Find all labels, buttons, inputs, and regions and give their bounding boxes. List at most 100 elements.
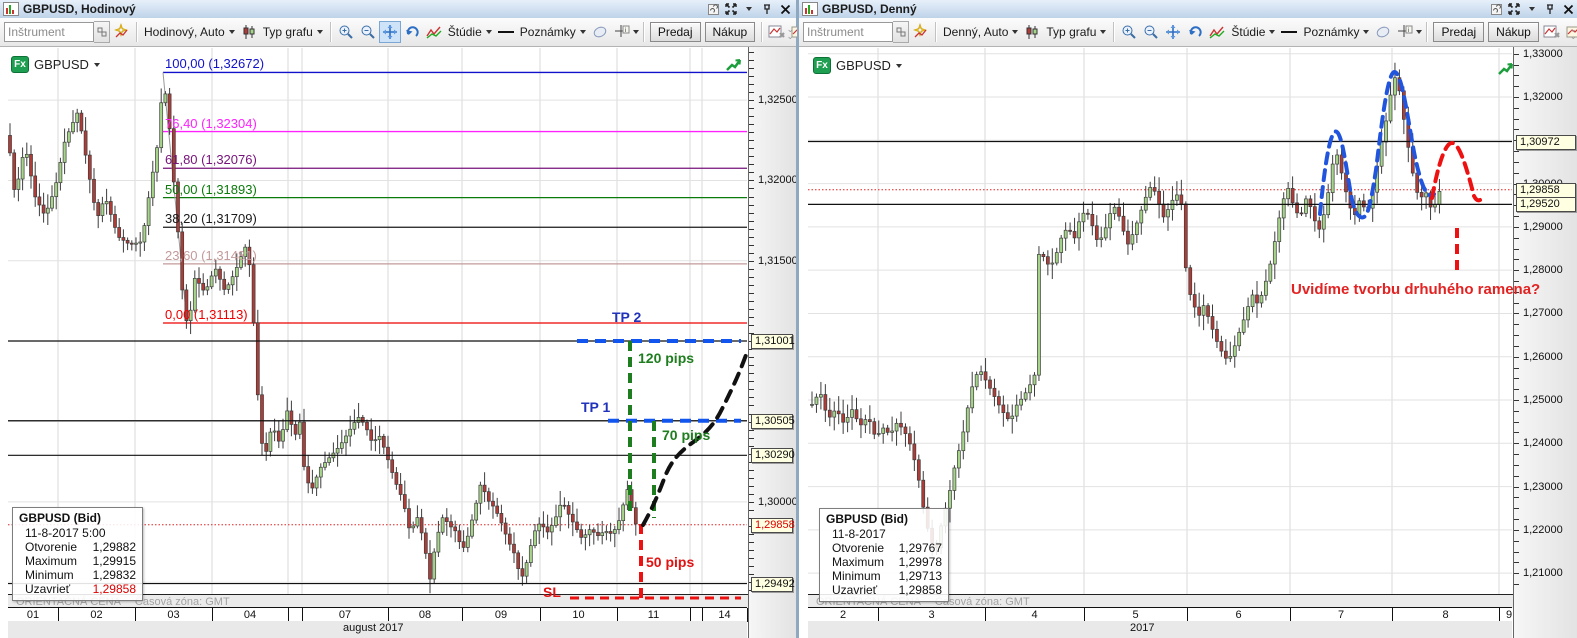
link-icon[interactable] [1488,2,1504,16]
axis-tick [749,397,754,399]
zoom-in-icon[interactable] [335,21,357,43]
axis-tick [1514,161,1519,163]
studies-dropdown[interactable]: Štúdie [445,23,495,41]
date-cell: 01 [8,608,59,622]
timezone-label: Časová zóna: GMT [134,595,230,608]
y-axis-label: 1,21000 [1523,567,1563,580]
axis-tick [749,172,754,174]
axis-tick [749,132,754,134]
info-row-low: Minimum 1,29832 [25,568,136,582]
zoom-out-icon[interactable] [1140,21,1162,43]
zoom-in-icon[interactable] [1118,21,1140,43]
svg-text:i: i [625,28,626,34]
trading-app-window: GBPUSD, Hodinový Inštrument Hodinový, Au… [0,0,1577,638]
toolbar-overflow-icon[interactable]: ⌄ ⌄ [1569,25,1577,41]
notes-dropdown[interactable]: Poznámky [1300,23,1372,41]
axis-tick [749,558,754,560]
y-axis[interactable]: 1,32500 1,32000 1,31500 1,30000 1,31001 1,305… [748,47,796,638]
date-cell: 04 [212,608,289,622]
maximize-icon[interactable] [723,2,739,16]
axis-tick [749,164,754,166]
axis-tick [749,405,754,407]
axis-tick [1514,540,1519,542]
fib-level-label: 100,00 (1,32672) [165,56,265,72]
axis-tick [749,365,754,367]
pan-tool-icon[interactable] [1162,21,1184,43]
date-cell [288,608,303,622]
axis-tick [749,325,754,327]
buy-button[interactable]: Nákup [704,22,756,42]
dropdown-icon[interactable] [1524,2,1540,16]
axis-tick [749,180,754,182]
window-titlebar[interactable]: GBPUSD, Hodinový [0,0,796,19]
studies-dropdown[interactable]: Štúdie [1228,23,1278,41]
axis-tick [749,485,754,487]
date-cell: 09 [462,608,541,622]
y-axis-label: 1,26000 [1523,350,1563,363]
axis-tick [1514,270,1519,272]
sell-button[interactable]: Predaj [1433,22,1485,42]
axis-tick [1514,367,1519,369]
toolbar-overflow-icon[interactable]: ⌄ ⌄ [786,25,794,41]
axis-tick [1514,172,1519,174]
axis-tick [1514,107,1519,109]
chart-settings-icon[interactable] [1541,21,1563,43]
symbol-selector[interactable]: Fx GBPUSD [11,56,100,73]
favorites-icon[interactable] [909,21,931,43]
date-cell: 02 [58,608,136,622]
y-axis-label: 1,31500 [758,254,796,267]
axis-tick [749,566,754,568]
pin-icon[interactable] [1542,2,1558,16]
price-chart-daily[interactable]: Fx GBPUSD GBPUSD (Bid) 11-8-2017 Otvoren… [799,47,1577,638]
maximize-icon[interactable] [1506,2,1522,16]
favorites-icon[interactable] [110,21,132,43]
price-chart-hourly[interactable]: Fx GBPUSD GBPUSD (Bid) 11-8-2017 5:00 Ot… [0,47,796,638]
axis-tick [1514,151,1519,153]
sell-button[interactable]: Predaj [649,22,701,42]
window-titlebar[interactable]: GBPUSD, Denný [799,0,1577,19]
link-icon[interactable] [705,2,721,16]
buy-button[interactable]: Nákup [1488,22,1539,42]
period-dropdown[interactable]: Denný, Auto [940,23,1021,41]
axis-tick [749,389,754,391]
axis-tick [1514,497,1519,499]
chart-settings-icon[interactable] [766,21,788,43]
crosshair-dropdown-icon[interactable] [1416,30,1423,34]
axis-tick [1514,378,1519,380]
y-axis-label: 1,22000 [1523,523,1563,536]
instrument-input[interactable]: Inštrument [4,22,94,42]
axis-tick [1514,475,1519,477]
instrument-list-icon[interactable] [893,21,909,43]
chart-type-dropdown[interactable]: Typ grafu [1043,23,1109,41]
symbol-selector[interactable]: Fx GBPUSD [813,57,902,74]
crosshair-info-icon[interactable]: i [611,21,633,43]
info-box-title: GBPUSD (Bid) [826,512,908,526]
undo-icon[interactable] [1184,21,1206,43]
crosshair-info-icon[interactable]: i [1394,21,1416,43]
notes-dropdown[interactable]: Poznámky [517,23,589,41]
eraser-icon[interactable] [589,21,611,43]
dropdown-icon[interactable] [741,2,757,16]
period-dropdown[interactable]: Hodinový, Auto [141,23,238,41]
crosshair-dropdown-icon[interactable] [632,30,639,34]
instrument-input[interactable]: Inštrument [803,22,893,42]
axis-tick [749,437,754,439]
chart-type-dropdown[interactable]: Typ grafu [260,23,326,41]
info-row-high: Maximum 1,29978 [832,555,942,569]
eraser-icon[interactable] [1372,21,1394,43]
close-icon[interactable] [777,2,793,16]
annotation-text: 50 pips [646,554,695,570]
zoom-out-icon[interactable] [357,21,379,43]
price-tag: 1,29520 [1516,197,1576,213]
y-axis[interactable]: 1,330001,320001,300001,290001,280001,270… [1513,47,1577,638]
undo-icon[interactable] [401,21,423,43]
candles [810,62,1442,556]
instrument-list-icon[interactable] [94,21,110,43]
date-cell: 08 [388,608,463,622]
close-icon[interactable] [1560,2,1576,16]
axis-tick [1514,237,1519,239]
pan-tool-icon[interactable] [378,21,401,43]
y-axis-label: 1,33000 [1523,47,1563,60]
pin-icon[interactable] [759,2,775,16]
axis-tick [1514,356,1519,358]
